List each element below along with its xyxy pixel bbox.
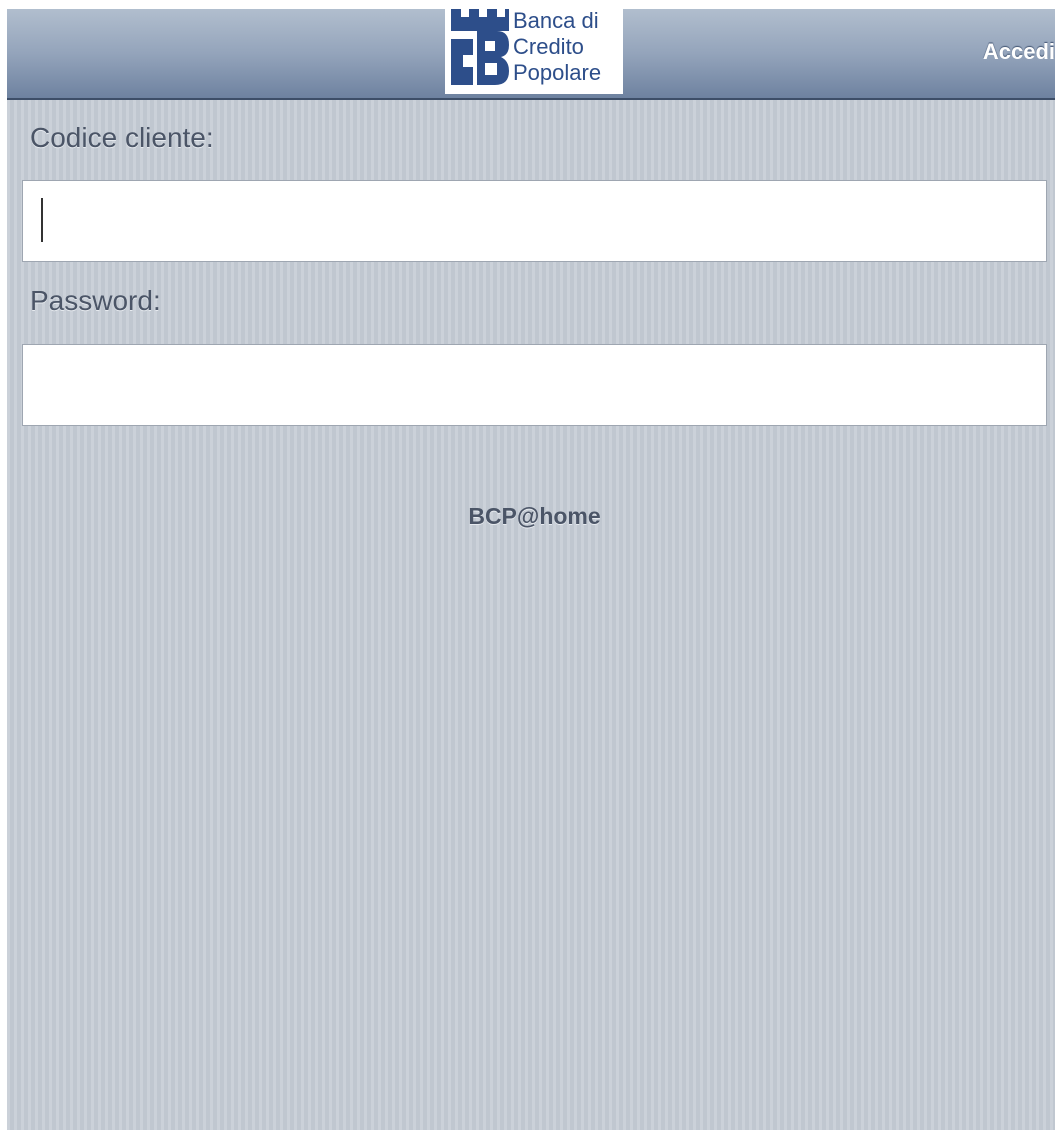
top-navbar: Banca di Credito Popolare Accedi	[7, 9, 1055, 100]
bcp-logo-mark-icon	[451, 9, 509, 85]
login-button[interactable]: Accedi	[983, 39, 1055, 65]
customer-code-label: Codice cliente:	[30, 122, 214, 153]
text-caret	[41, 198, 43, 242]
login-screen: Banca di Credito Popolare Accedi Codice …	[7, 9, 1055, 1130]
password-field-container[interactable]	[22, 344, 1047, 426]
customer-code-field-container[interactable]	[22, 180, 1047, 262]
password-input[interactable]	[23, 345, 1046, 425]
logo-line-1: Banca di	[513, 9, 599, 33]
logo-line-3: Popolare	[513, 60, 602, 85]
bank-logo-wordmark: Banca di Credito Popolare	[513, 9, 601, 86]
logo-line-2: Credito	[513, 34, 584, 59]
password-label: Password:	[30, 285, 161, 316]
bank-logo: Banca di Credito Popolare	[445, 9, 623, 94]
customer-code-input[interactable]	[23, 181, 1046, 261]
app-brand-label: BCP@home	[468, 503, 601, 529]
